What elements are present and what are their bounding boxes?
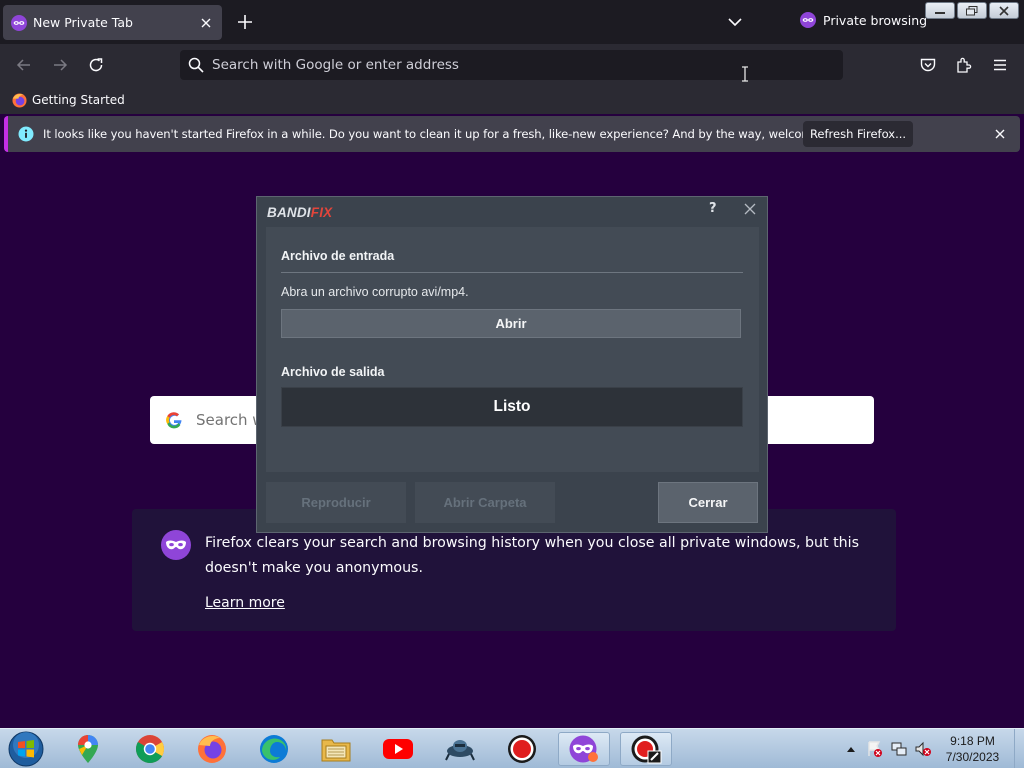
windows-start-icon[interactable] [6,730,46,768]
firefox-icon [12,92,27,108]
map-pin-icon [78,735,98,763]
youtube-icon [383,739,413,759]
close-icon [999,5,1009,16]
open-folder-button[interactable]: Abrir Carpeta [415,482,555,523]
text-cursor-icon [742,66,748,82]
clock-date: 7/30/2023 [945,750,1000,764]
taskbar-clock[interactable]: 9:18 PM 7/30/2023 [930,733,1015,765]
arrow-right-icon [54,59,68,71]
windows-taskbar: 9:18 PM 7/30/2023 [0,728,1024,768]
taskbar-firefox-private[interactable] [558,732,610,766]
pocket-icon [920,58,936,72]
bookmark-label: Getting Started [32,93,125,107]
taskbar-screen-recorder[interactable] [496,732,548,766]
close-window-button[interactable] [989,2,1019,19]
notification-message: It looks like you haven't started Firefo… [43,127,855,141]
window-controls [925,2,1019,19]
taskbar-google-maps[interactable] [62,732,114,766]
chrome-icon [136,735,164,763]
help-button[interactable]: ? [709,201,717,216]
puzzle-piece-icon [957,57,972,73]
minimize-icon [935,11,945,14]
bandifix-dialog: BANDIFIX ? Archivo de entrada Abra un ar… [256,196,768,533]
pocket-button[interactable] [917,54,939,76]
minimize-button[interactable] [925,2,955,19]
back-button[interactable] [13,54,35,76]
firefox-icon [198,735,226,763]
extensions-button[interactable] [953,54,975,76]
search-placeholder: Search w [196,411,265,429]
bandifix-icon [631,735,662,764]
private-browsing-indicator: Private browsing [800,12,927,28]
record-icon [508,735,536,763]
taskbar-edge[interactable] [248,732,300,766]
firefox-private-icon [569,735,598,763]
reload-icon [89,58,103,72]
spaceship-icon [445,740,475,761]
taskbar-bandifix[interactable] [620,732,672,766]
clock-time: 9:18 PM [950,734,995,748]
close-tab-icon[interactable] [198,15,214,31]
arrow-left-icon [16,59,30,71]
output-section-title: Archivo de salida [281,365,385,379]
output-status: Listo [281,387,743,427]
network-icon[interactable] [890,740,908,758]
bookmarks-toolbar: Getting Started [0,86,1024,114]
bookmark-getting-started[interactable]: Getting Started [12,92,125,108]
taskbar-file-explorer[interactable] [310,732,362,766]
taskbar-youtube[interactable] [372,732,424,766]
private-mask-icon [800,12,816,28]
reload-button[interactable] [85,54,107,76]
show-desktop-button[interactable] [1014,729,1024,768]
bandifix-logo: BANDIFIX [267,205,332,220]
tab-new-private-tab[interactable]: New Private Tab [3,5,222,40]
restore-button[interactable] [957,2,987,19]
tab-title: New Private Tab [33,15,133,30]
new-tab-icon[interactable] [235,12,255,32]
section-divider [281,272,743,273]
navigation-toolbar [0,44,1024,86]
input-hint: Abra un archivo corrupto avi/mp4. [281,285,469,299]
google-g-icon [166,412,182,429]
chevron-up-icon[interactable] [846,745,856,753]
learn-more-link[interactable]: Learn more [205,595,285,611]
play-button[interactable]: Reproducir [266,482,406,523]
forward-button[interactable] [49,54,71,76]
private-browsing-label: Private browsing [823,12,928,28]
info-icon [18,126,34,142]
logo-fix: FIX [310,205,333,220]
close-icon[interactable] [992,126,1008,142]
taskbar-firefox[interactable] [186,732,238,766]
taskbar-chrome[interactable] [124,732,176,766]
taskbar-spaceship-game[interactable] [434,732,486,766]
private-mask-icon [11,14,27,31]
dialog-titlebar[interactable]: BANDIFIX ? [257,197,767,227]
close-button[interactable]: Cerrar [658,482,758,523]
menu-button[interactable] [989,54,1011,76]
hamburger-menu-icon [994,59,1006,71]
private-mask-icon [161,530,191,560]
action-center-icon[interactable] [866,740,884,758]
chevron-down-icon[interactable] [726,13,744,31]
edge-icon [260,735,288,763]
input-section-title: Archivo de entrada [281,249,395,263]
folder-icon [321,739,351,762]
restore-icon [966,5,978,15]
search-icon [188,57,204,73]
close-icon[interactable] [743,202,757,216]
private-info-text: Firefox clears your search and browsing … [205,535,859,576]
dialog-body: Archivo de entrada Abra un archivo corru… [266,227,759,472]
address-input[interactable] [212,57,812,73]
tab-bar: New Private Tab Private browsing [0,0,1024,44]
refresh-notification-bar: It looks like you haven't started Firefo… [4,116,1020,152]
open-file-button[interactable]: Abrir [281,309,741,338]
refresh-firefox-button[interactable]: Refresh Firefox... [803,121,913,147]
logo-bandi: BANDI [267,205,311,220]
